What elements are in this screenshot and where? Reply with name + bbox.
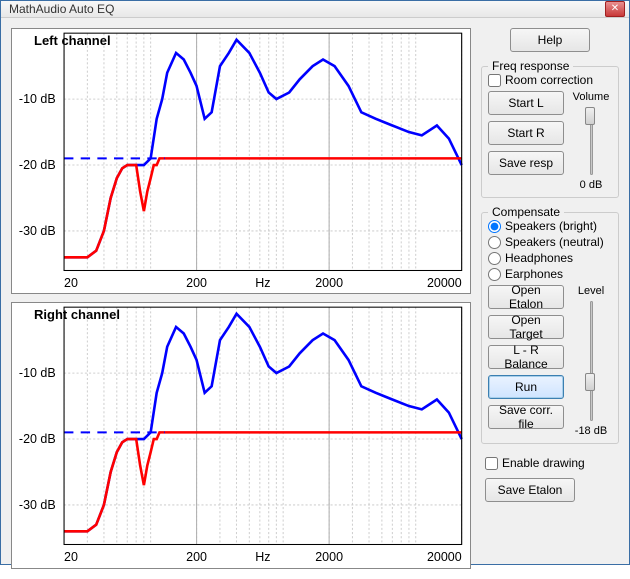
svg-text:-20 dB: -20 dB <box>19 158 56 172</box>
run-button[interactable]: Run <box>488 375 564 399</box>
enable-drawing-input[interactable] <box>485 457 498 470</box>
volume-value: 0 dB <box>580 179 603 191</box>
svg-text:-10 dB: -10 dB <box>19 92 56 106</box>
close-icon: ✕ <box>611 4 619 14</box>
radio-speakers-bright[interactable]: Speakers (bright) <box>488 219 612 233</box>
svg-text:20: 20 <box>64 551 78 565</box>
compensate-buttons: Open Etalon Open Target L - R Balance Ru… <box>488 285 564 429</box>
svg-text:2000: 2000 <box>315 551 343 565</box>
level-slider-col: Level -18 dB <box>570 285 612 437</box>
content-area: Left channel -10 dB -20 dB -30 dB 20 200 Hz 20… <box>1 18 629 579</box>
side-panel: Help Freq response Room correction Start… <box>481 28 619 569</box>
chart-title-left: Left channel <box>34 33 111 48</box>
svg-text:20000: 20000 <box>427 551 462 565</box>
radio-speakers-neutral[interactable]: Speakers (neutral) <box>488 235 612 249</box>
close-button[interactable]: ✕ <box>605 1 625 17</box>
save-corr-button[interactable]: Save corr. file <box>488 405 564 429</box>
svg-text:20: 20 <box>64 276 78 290</box>
chart-svg-left: -10 dB -20 dB -30 dB 20 200 Hz 2000 20000 <box>12 29 470 293</box>
compensate-title: Compensate <box>488 205 564 219</box>
svg-text:2000: 2000 <box>315 276 343 290</box>
enable-drawing-checkbox[interactable]: Enable drawing <box>485 456 619 470</box>
charts-column: Left channel -10 dB -20 dB -30 dB 20 200 Hz 20… <box>11 28 471 569</box>
svg-text:20000: 20000 <box>427 276 462 290</box>
svg-text:-30 dB: -30 dB <box>19 224 56 238</box>
chart-svg-right: -10 dB -20 dB -30 dB 20 200 Hz 2000 20000 <box>12 303 470 567</box>
open-etalon-button[interactable]: Open Etalon <box>488 285 564 309</box>
level-slider[interactable] <box>581 301 601 421</box>
radio-earphones[interactable]: Earphones <box>488 267 612 281</box>
start-r-button[interactable]: Start R <box>488 121 564 145</box>
svg-text:200: 200 <box>186 551 207 565</box>
svg-text:200: 200 <box>186 276 207 290</box>
level-label: Level <box>578 285 604 297</box>
svg-text:Hz: Hz <box>255 551 270 565</box>
enable-drawing-label: Enable drawing <box>502 456 585 470</box>
app-window: MathAudio Auto EQ ✕ Left channel -10 dB-… <box>0 0 630 565</box>
svg-text:-30 dB: -30 dB <box>19 498 56 512</box>
level-value: -18 dB <box>575 425 607 437</box>
volume-thumb[interactable] <box>585 107 595 125</box>
start-l-button[interactable]: Start L <box>488 91 564 115</box>
lr-balance-button[interactable]: L - R Balance <box>488 345 564 369</box>
compensate-group: Compensate Speakers (bright) Speakers (n… <box>481 212 619 444</box>
chart-right-channel: Right channel -10 dB -20 dB -30 dB 20 200 Hz 2… <box>11 302 471 568</box>
open-target-button[interactable]: Open Target <box>488 315 564 339</box>
volume-slider[interactable] <box>581 107 601 175</box>
svg-text:-10 dB: -10 dB <box>19 367 56 381</box>
freq-response-group: Freq response Room correction Start L St… <box>481 66 619 198</box>
save-resp-button[interactable]: Save resp <box>488 151 564 175</box>
svg-text:Hz: Hz <box>255 276 270 290</box>
freq-buttons: Start L Start R Save resp <box>488 91 564 175</box>
chart-title-right: Right channel <box>34 307 120 322</box>
room-correction-input[interactable] <box>488 74 501 87</box>
level-thumb[interactable] <box>585 373 595 391</box>
room-correction-checkbox[interactable]: Room correction <box>488 73 612 87</box>
level-track <box>590 301 593 421</box>
volume-slider-col: Volume 0 dB <box>570 91 612 191</box>
help-button[interactable]: Help <box>510 28 590 52</box>
window-title: MathAudio Auto EQ <box>5 2 605 16</box>
room-correction-label: Room correction <box>505 73 593 87</box>
volume-label: Volume <box>573 91 610 103</box>
save-etalon-button[interactable]: Save Etalon <box>485 478 575 502</box>
chart-left-channel: Left channel -10 dB -20 dB -30 dB 20 200 Hz 20… <box>11 28 471 294</box>
freq-response-title: Freq response <box>488 59 573 73</box>
svg-text:-20 dB: -20 dB <box>19 433 56 447</box>
radio-headphones[interactable]: Headphones <box>488 251 612 265</box>
titlebar: MathAudio Auto EQ ✕ <box>1 1 629 18</box>
